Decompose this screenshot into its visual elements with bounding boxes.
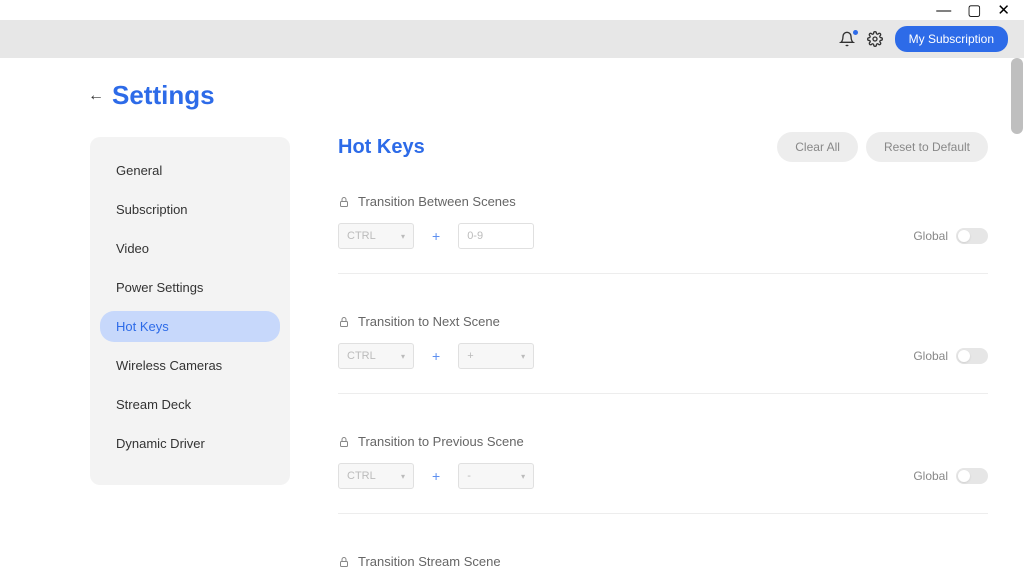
divider (338, 513, 988, 514)
global-label: Global (913, 349, 948, 363)
lock-icon (338, 436, 350, 448)
plus-separator-icon: + (432, 228, 440, 244)
divider (338, 393, 988, 394)
settings-sidebar: General Subscription Video Power Settings Ho… (90, 137, 290, 485)
hotkey-label: Transition Stream Scene (358, 554, 501, 569)
gear-icon[interactable] (867, 31, 883, 47)
sidebar-item-stream-deck[interactable]: Stream Deck (100, 389, 280, 420)
notifications-button[interactable] (839, 31, 855, 47)
lock-icon (338, 196, 350, 208)
sidebar-item-wireless-cameras[interactable]: Wireless Cameras (100, 350, 280, 381)
vertical-scrollbar[interactable] (1011, 58, 1023, 134)
chevron-down-icon: ▾ (401, 232, 405, 241)
hotkey-item: Transition to Previous Scene CTRL▾ + -▾ Glob… (338, 434, 988, 514)
chevron-down-icon: ▾ (401, 352, 405, 361)
hotkey-label: Transition to Next Scene (358, 314, 500, 329)
divider (338, 273, 988, 274)
hotkey-item: Transition Stream Scene (338, 554, 988, 569)
global-label: Global (913, 229, 948, 243)
my-subscription-button[interactable]: My Subscription (895, 26, 1008, 52)
global-toggle[interactable] (956, 228, 988, 244)
lock-icon (338, 316, 350, 328)
hotkey-key-select[interactable]: -▾ (458, 463, 534, 489)
chevron-down-icon: ▾ (521, 472, 525, 481)
hotkey-key-input[interactable] (458, 223, 534, 249)
hotkey-modifier-select[interactable]: CTRL▾ (338, 343, 414, 369)
hotkey-label: Transition to Previous Scene (358, 434, 524, 449)
global-label: Global (913, 469, 948, 483)
plus-separator-icon: + (432, 468, 440, 484)
hotkey-key-select[interactable]: +▾ (458, 343, 534, 369)
top-toolbar: My Subscription (0, 20, 1024, 58)
global-toggle[interactable] (956, 348, 988, 364)
sidebar-item-video[interactable]: Video (100, 233, 280, 264)
sidebar-item-hot-keys[interactable]: Hot Keys (100, 311, 280, 342)
sidebar-item-power-settings[interactable]: Power Settings (100, 272, 280, 303)
close-button[interactable]: ✕ (997, 3, 1010, 18)
main-content: Hot Keys Clear All Reset to Default Tran… (300, 80, 1024, 576)
window-titlebar: — ▢ ✕ (0, 0, 1024, 20)
back-arrow-icon[interactable]: ← (88, 87, 104, 105)
sidebar-item-dynamic-driver[interactable]: Dynamic Driver (100, 428, 280, 459)
plus-separator-icon: + (432, 348, 440, 364)
lock-icon (338, 556, 350, 568)
section-title: Hot Keys (338, 136, 425, 159)
sidebar-item-subscription[interactable]: Subscription (100, 194, 280, 225)
clear-all-button[interactable]: Clear All (777, 132, 858, 162)
reset-default-button[interactable]: Reset to Default (866, 132, 988, 162)
chevron-down-icon: ▾ (521, 352, 525, 361)
maximize-button[interactable]: ▢ (967, 3, 981, 18)
page-title: Settings (112, 80, 215, 111)
hotkey-label: Transition Between Scenes (358, 194, 516, 209)
minimize-button[interactable]: — (936, 3, 951, 18)
hotkey-item: Transition Between Scenes CTRL▾ + Global (338, 194, 988, 274)
chevron-down-icon: ▾ (401, 472, 405, 481)
global-toggle[interactable] (956, 468, 988, 484)
hotkey-modifier-select[interactable]: CTRL▾ (338, 223, 414, 249)
notification-dot-icon (853, 30, 858, 35)
hotkey-item: Transition to Next Scene CTRL▾ + +▾ Global (338, 314, 988, 394)
hotkey-modifier-select[interactable]: CTRL▾ (338, 463, 414, 489)
sidebar-item-general[interactable]: General (100, 155, 280, 186)
